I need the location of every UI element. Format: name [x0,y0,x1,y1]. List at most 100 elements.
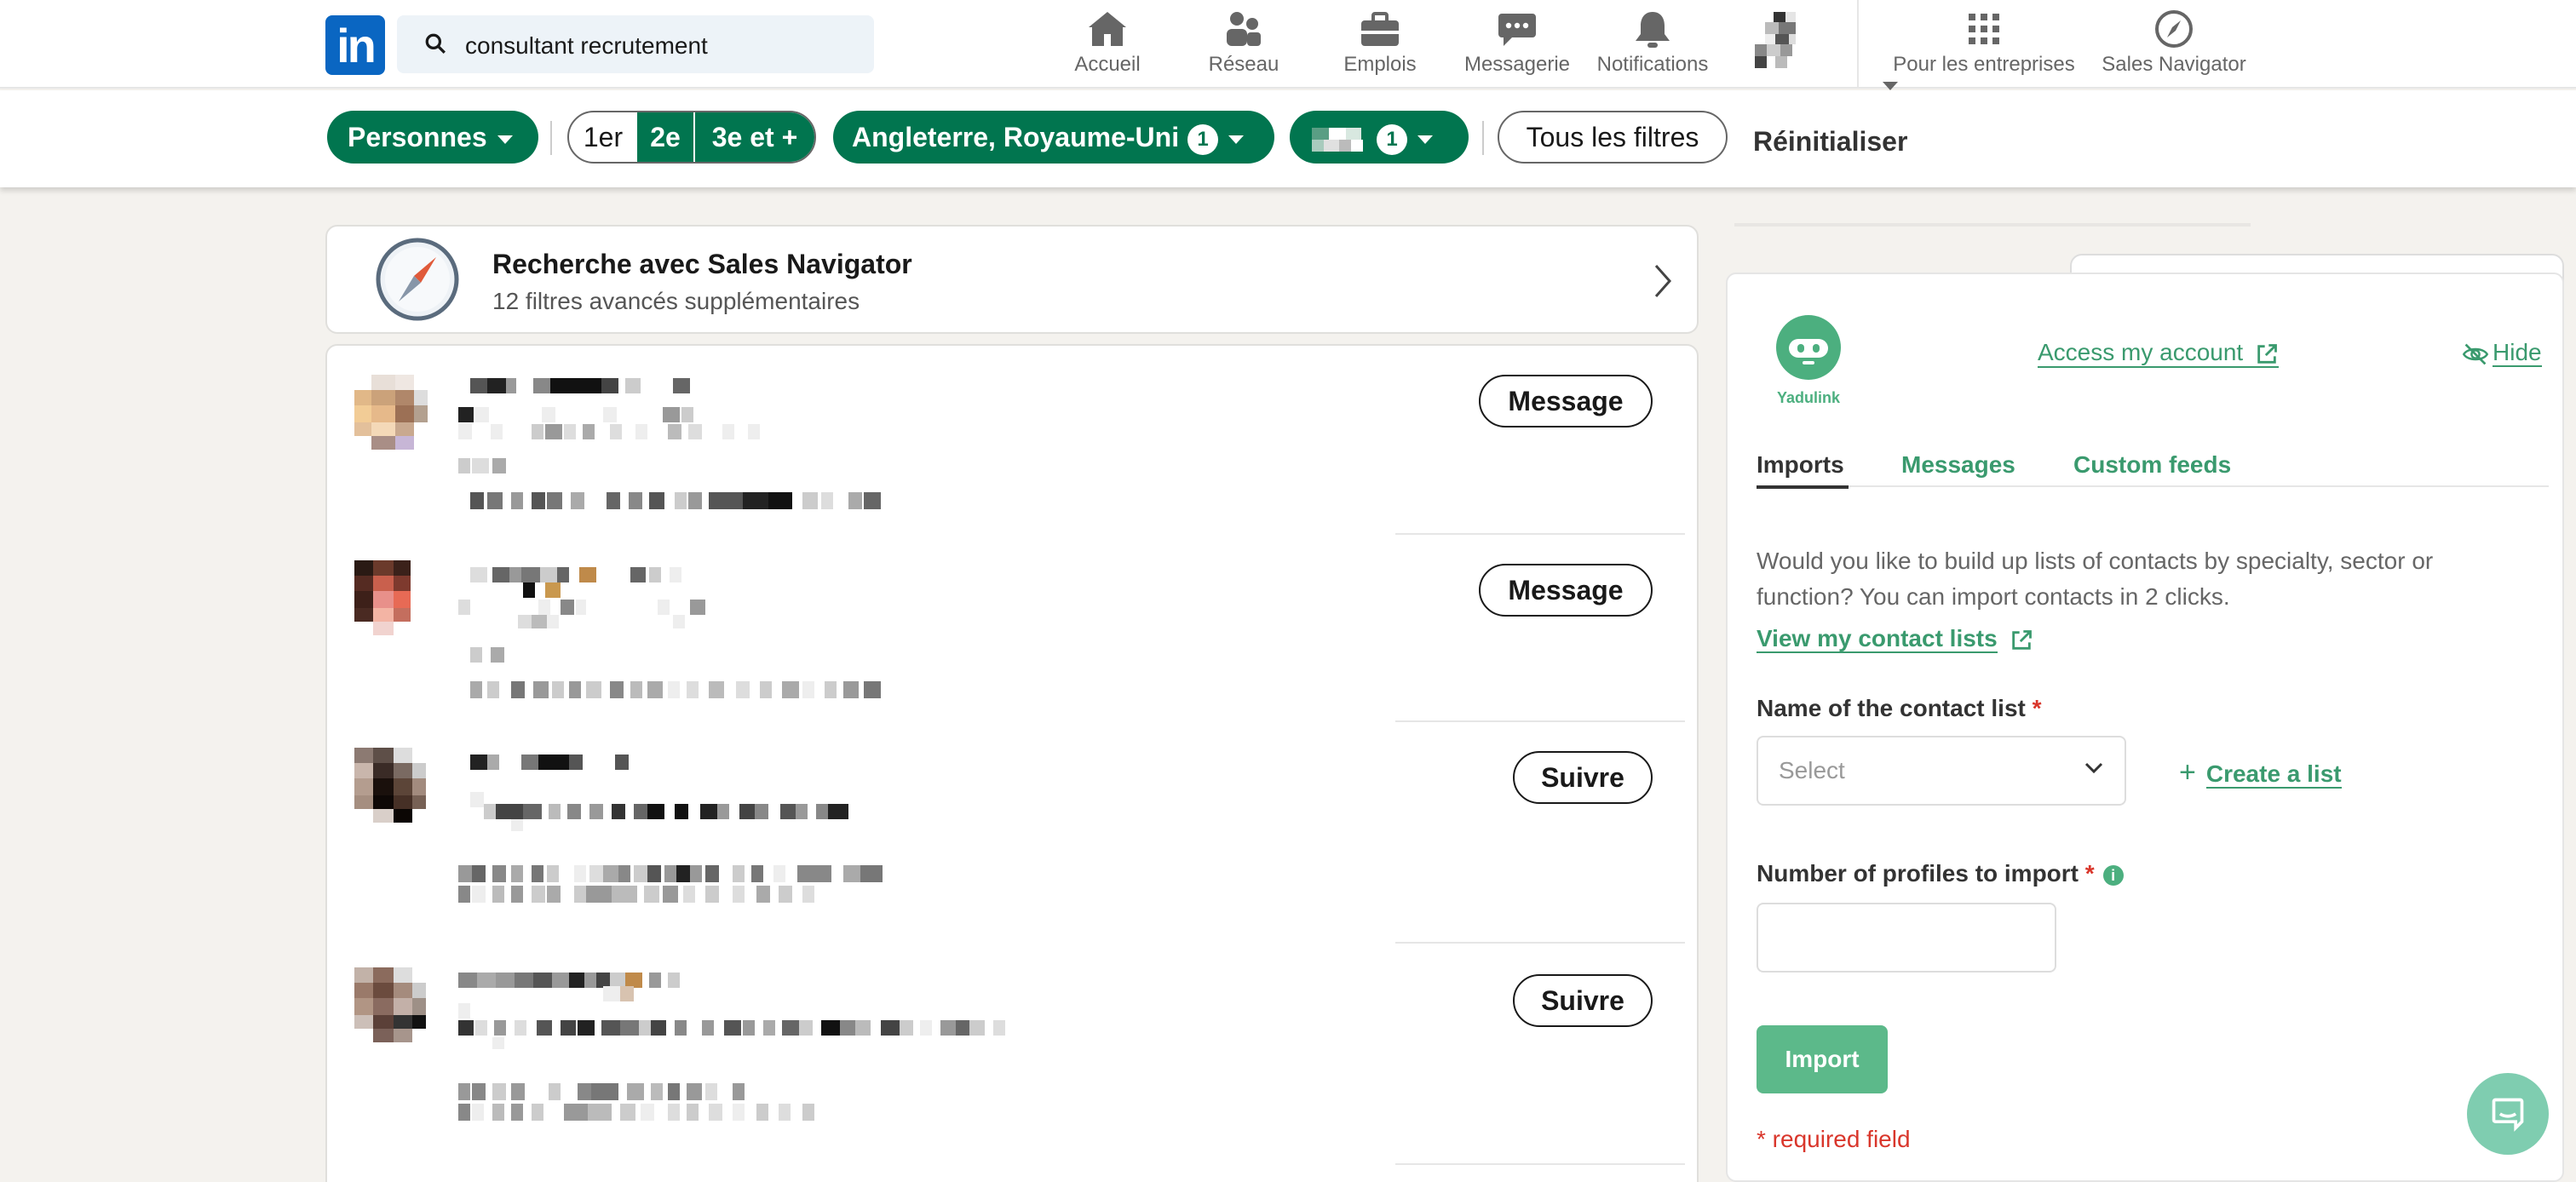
create-list-label: Create a list [2205,760,2342,789]
avatar[interactable] [354,375,443,463]
search-icon [425,33,446,54]
create-list-button[interactable]: + Create a list [2179,756,2342,789]
filter-location-count: 1 [1187,123,1219,155]
filter-people-dropdown[interactable]: Personnes [327,111,538,164]
nav-sales-navigator-label: Sales Navigator [2102,53,2246,76]
chevron-down-icon [2084,762,2103,774]
result-item[interactable]: Suivre [327,722,1699,909]
nav-messaging[interactable]: Messagerie [1458,10,1576,78]
required-asterisk: * [2084,860,2095,886]
required-asterisk: * [2032,695,2042,721]
nav-home[interactable]: Accueil [1065,10,1150,78]
briefcase-icon [1361,12,1399,46]
nav-network[interactable]: Réseau [1201,10,1286,78]
grid-icon [1969,14,1999,44]
filter-location-dropdown[interactable]: Angleterre, Royaume-Uni 1 [833,111,1274,164]
access-account-label: Access my account [2038,339,2244,365]
result-item[interactable]: Suivre [327,944,1699,1131]
sales-navigator-title: Recherche avec Sales Navigator [492,249,912,279]
external-link-icon [2257,343,2277,364]
caret-down-icon [1883,82,1898,90]
profile-avatar[interactable] [1755,12,1806,68]
tab-imports[interactable]: Imports [1757,451,1844,479]
required-field-note: * required field [1757,1126,1911,1152]
info-icon[interactable]: i [2102,864,2124,886]
nav-sales-navigator[interactable]: Sales Navigator [2099,10,2249,78]
degree-3rd-plus[interactable]: 3e et + [693,112,814,162]
avatar[interactable] [354,560,431,649]
nav-network-label: Réseau [1208,53,1279,76]
bell-icon [1636,12,1670,48]
caret-down-icon [1417,135,1433,144]
sales-navigator-card[interactable]: Recherche avec Sales Navigator 12 filtre… [325,225,1699,334]
hide-panel-button[interactable]: Hide [2462,339,2542,367]
caret-down-icon [497,135,513,144]
nav-notifications[interactable]: Notifications [1590,10,1716,78]
reset-filters-button[interactable]: Réinitialiser [1753,126,1907,158]
linkedin-logo[interactable]: in [325,15,385,75]
sales-navigator-subtitle: 12 filtres avancés supplémentaires [492,288,860,314]
avatar[interactable] [354,967,443,1056]
imports-description: Would you like to build up lists of cont… [1757,548,2434,610]
robot-icon [1776,315,1841,380]
redacted-profile-details [458,973,1005,1121]
company-name-redacted [1300,127,1363,152]
degree-2nd[interactable]: 2e [637,112,693,162]
filter-location-label: Angleterre, Royaume-Uni [852,122,1180,152]
message-button[interactable]: Message [1479,564,1653,617]
all-filters-button[interactable]: Tous les filtres [1498,111,1728,164]
message-button[interactable]: Message [1479,375,1653,427]
nav-for-business[interactable]: Pour les entreprises [1877,10,2090,90]
nav-jobs-label: Emplois [1343,53,1417,76]
search-input[interactable]: consultant recrutement [465,32,708,60]
yadulink-brand: Yadulink [1776,389,1841,406]
search-bar[interactable]: consultant recrutement [397,15,874,73]
profiles-count-label: Number of profiles to import * i [1757,860,2124,887]
redacted-profile-details [458,567,881,698]
import-button[interactable]: Import [1757,1025,1888,1093]
filter-company-dropdown[interactable]: 1 [1290,111,1469,164]
top-navigation: in consultant recrutement Accueil Réseau… [0,0,2576,90]
view-contact-lists-label: View my contact lists [1757,625,1998,653]
tab-messages[interactable]: Messages [1901,451,2015,479]
result-divider [1395,1163,1685,1165]
result-item[interactable]: Message [327,346,1699,533]
view-contact-lists-link[interactable]: View my contact lists [1757,625,2033,653]
filter-separator [550,121,552,155]
active-tab-indicator [1757,485,1849,489]
result-item[interactable]: Message [327,535,1699,722]
sidebar-separator [1734,223,2251,227]
chat-icon [1498,14,1536,46]
avatar[interactable] [354,748,443,836]
profiles-count-input[interactable] [1757,903,2056,973]
support-chat-button[interactable] [2467,1073,2549,1155]
nav-messaging-label: Messagerie [1463,53,1571,76]
search-results-list: Message Message Suivre Suivre [325,344,1699,1182]
yadulink-logo: Yadulink [1772,313,1845,407]
search-filter-bar: Personnes 1er 2e 3e et + Angleterre, Roy… [0,90,2576,187]
nav-home-label: Accueil [1074,53,1141,76]
select-placeholder: Select [1779,757,1845,783]
contact-list-select[interactable]: Select [1757,736,2126,806]
follow-button[interactable]: Suivre [1513,974,1653,1027]
external-link-icon [2011,629,2032,650]
hide-label: Hide [2493,339,2542,367]
nav-jobs[interactable]: Emplois [1337,10,1423,78]
safari-compass-icon [376,238,459,321]
eye-off-icon [2462,343,2489,365]
redacted-profile-details [458,378,881,509]
filter-separator [1482,121,1484,155]
tab-custom-feeds[interactable]: Custom feeds [2073,451,2231,479]
nav-notifications-label: Notifications [1596,53,1709,76]
redacted-profile-details [458,755,883,903]
chat-bubble-icon [2492,1098,2524,1132]
nav-for-business-label: Pour les entreprises [1877,53,2090,90]
follow-button[interactable]: Suivre [1513,751,1653,804]
contact-list-name-label: Name of the contact list * [1757,695,2042,721]
compass-icon [2155,10,2193,48]
degree-1st[interactable]: 1er [569,112,637,162]
chevron-right-icon [1654,265,1672,297]
yadulink-panel: Yadulink Access my account Hide Imports … [1726,273,2564,1182]
network-icon [1227,12,1261,46]
access-account-link[interactable]: Access my account [2038,339,2279,368]
